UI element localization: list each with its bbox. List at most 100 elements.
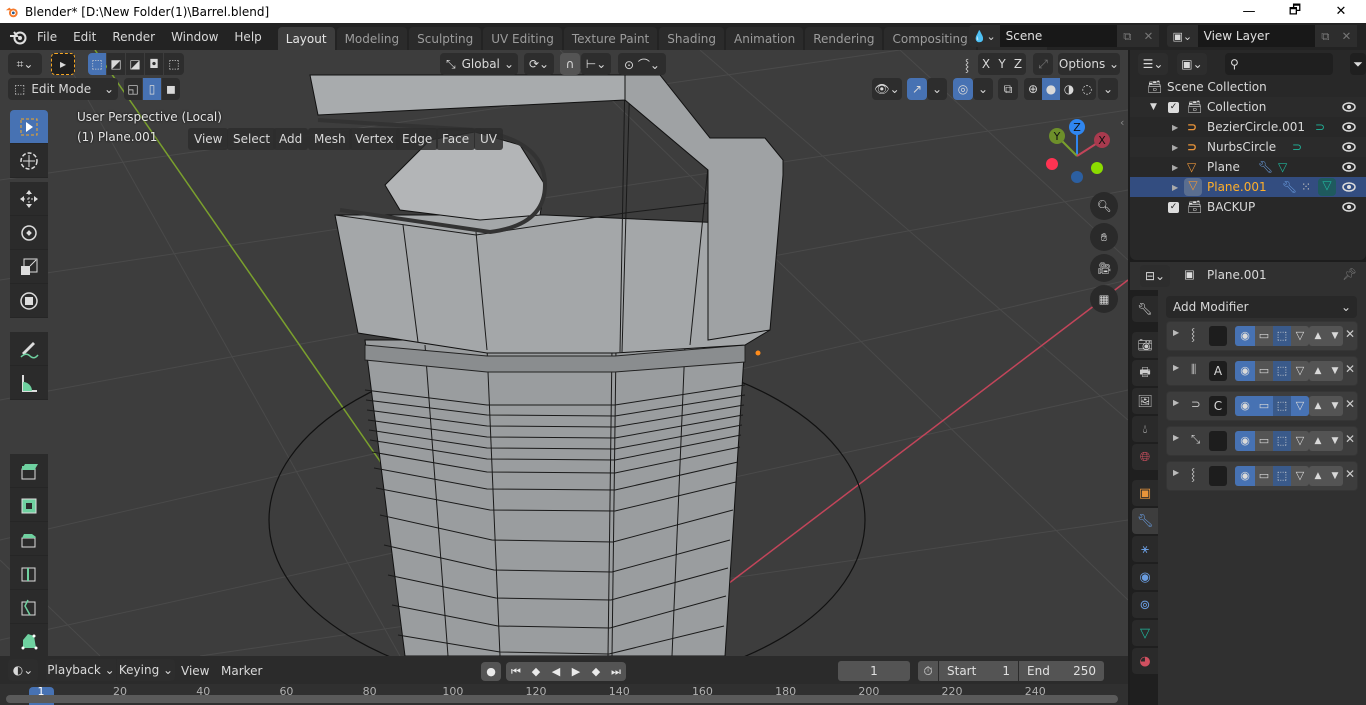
delete-view-layer-icon[interactable]: ✕: [1335, 25, 1357, 47]
tool-select-box[interactable]: [10, 110, 48, 144]
eye-icon[interactable]: [1342, 100, 1356, 114]
tab-material[interactable]: ◕: [1132, 648, 1158, 674]
eye-icon[interactable]: [1342, 180, 1356, 194]
move-down-button[interactable]: ▼: [1327, 326, 1343, 346]
menu-edit[interactable]: Edit: [65, 30, 104, 44]
tool-rotate[interactable]: [10, 216, 48, 250]
show-in-viewport-toggle[interactable]: ▭: [1255, 431, 1273, 451]
timeline-view-menu[interactable]: View: [181, 664, 209, 678]
show-in-edit-mode-toggle[interactable]: ◉: [1235, 361, 1255, 381]
vertex-select-mode[interactable]: ◱: [124, 78, 142, 100]
overlays-toggle[interactable]: ◎: [953, 78, 973, 100]
sidebar-toggle-icon[interactable]: ‹: [1120, 116, 1124, 129]
outliner-row-beziercircle[interactable]: ▶ ⊃ BezierCircle.001 ⊃: [1130, 117, 1366, 137]
mode-dropdown[interactable]: ⬚ Edit Mode ⌄: [8, 78, 118, 100]
tool-annotate[interactable]: [10, 332, 48, 366]
gizmo-neg-y[interactable]: [1091, 162, 1103, 174]
show-in-render-toggle[interactable]: ▽: [1291, 466, 1309, 486]
end-frame-field[interactable]: End 250: [1019, 661, 1104, 681]
auto-keying-toggle[interactable]: ●: [481, 662, 501, 681]
zoom-view-button[interactable]: 🔍︎: [1090, 192, 1118, 220]
move-down-button[interactable]: ▼: [1327, 466, 1343, 486]
menu-mesh[interactable]: Mesh: [308, 128, 352, 150]
modifier-name-field[interactable]: [1209, 466, 1227, 486]
tab-animation[interactable]: Animation: [726, 27, 804, 50]
tool-move[interactable]: [10, 182, 48, 216]
axis-x-toggle[interactable]: X: [978, 53, 994, 75]
menu-help[interactable]: Help: [226, 30, 269, 44]
xray-toggle[interactable]: ⧉: [998, 78, 1018, 100]
outliner-row-plane[interactable]: ▶ ▽ Plane 🔧︎ ▽: [1130, 157, 1366, 177]
gizmo-neg-z[interactable]: [1071, 171, 1083, 183]
on-cage-toggle[interactable]: ⬚: [1273, 431, 1291, 451]
remove-modifier-icon[interactable]: ✕: [1345, 432, 1355, 446]
scene-icon[interactable]: 💧⌄: [969, 25, 1000, 47]
backup-checkbox[interactable]: ✓: [1168, 201, 1179, 213]
properties-editor-type[interactable]: ⊟⌄: [1140, 265, 1170, 287]
tab-modeling[interactable]: Modeling: [336, 27, 408, 50]
select-mode-subtract[interactable]: ◪: [126, 53, 144, 75]
menu-render[interactable]: Render: [104, 30, 163, 44]
tab-constraints[interactable]: ⊚: [1132, 592, 1158, 618]
start-frame-field[interactable]: Start 1: [939, 661, 1018, 681]
gizmo-dropdown[interactable]: ⌄: [927, 78, 947, 100]
on-cage-toggle[interactable]: ⬚: [1273, 326, 1291, 346]
face-select-mode[interactable]: ◼: [162, 78, 180, 100]
select-mode-extend[interactable]: ◩: [107, 53, 125, 75]
expand-right-icon[interactable]: ▶: [1173, 398, 1179, 407]
proportional-editing[interactable]: ⊙ ⌒⌄: [618, 53, 666, 75]
show-in-viewport-toggle[interactable]: ▭: [1255, 361, 1273, 381]
expand-right-icon[interactable]: ▶: [1172, 163, 1178, 172]
jump-start-button[interactable]: ⏮: [506, 662, 526, 681]
menu-select[interactable]: Select: [227, 128, 277, 150]
3d-viewport[interactable]: ⌗⌄ ▸ ⬚ ◩ ◪ ◘ ⬚ ⤡ Global ⌄ ⟳⌄ ∩ ⊢⌄ ⊙ ⌒⌄ ⸾ X…: [0, 50, 1128, 656]
gizmo-toggle[interactable]: ↗: [907, 78, 927, 100]
shading-wireframe[interactable]: ⊕: [1024, 78, 1042, 100]
tab-sculpting[interactable]: Sculpting: [409, 27, 482, 50]
snap-toggle[interactable]: ∩: [560, 53, 580, 75]
show-in-edit-mode-toggle[interactable]: ◉: [1235, 466, 1255, 486]
expand-right-icon[interactable]: ▶: [1173, 363, 1179, 372]
show-in-viewport-toggle[interactable]: ▭: [1255, 396, 1273, 416]
curve-data-icon[interactable]: ⊃: [1292, 140, 1302, 154]
outliner-row-scene-collection[interactable]: 🗃︎ Scene Collection: [1130, 77, 1366, 97]
menu-edge[interactable]: Edge: [396, 128, 439, 150]
on-cage-toggle[interactable]: ⬚: [1273, 361, 1291, 381]
tab-compositing[interactable]: Compositing: [884, 27, 976, 50]
stopwatch-icon[interactable]: ⏱: [918, 661, 938, 681]
tab-rendering[interactable]: Rendering: [805, 27, 883, 50]
tab-particles[interactable]: ⚹: [1132, 536, 1158, 562]
show-in-edit-mode-toggle[interactable]: ◉: [1235, 326, 1255, 346]
menu-uv[interactable]: UV: [474, 128, 503, 150]
move-up-button[interactable]: ▲: [1309, 466, 1327, 486]
pin-icon[interactable]: 📌︎: [1342, 267, 1357, 281]
vertex-groups-icon[interactable]: ⁙: [1301, 180, 1311, 194]
remove-modifier-icon[interactable]: ✕: [1345, 327, 1355, 341]
move-up-button[interactable]: ▲: [1309, 326, 1327, 346]
show-in-render-toggle[interactable]: ▽: [1291, 361, 1309, 381]
transform-orientation-dropdown[interactable]: ⤡ Global ⌄: [440, 53, 518, 75]
navigation-gizmo[interactable]: Z Y X: [1040, 116, 1115, 186]
show-in-render-toggle[interactable]: ▽: [1291, 431, 1309, 451]
eye-icon[interactable]: [1342, 160, 1356, 174]
play-button[interactable]: ▶: [566, 662, 586, 681]
selected-vertex[interactable]: [755, 350, 761, 356]
mesh-data-icon[interactable]: ▽: [1318, 178, 1336, 196]
display-mode-dropdown[interactable]: ▣⌄: [1177, 53, 1207, 75]
modifier-panel[interactable]: ▶ ⸾ ◉ ▭ ⬚ ▽ ▲ ▼ ✕: [1166, 321, 1358, 351]
filter-icon[interactable]: ⏷: [1350, 53, 1366, 75]
current-frame-field[interactable]: 1: [838, 661, 910, 681]
tool-inset-faces[interactable]: [10, 488, 48, 522]
modifier-name-field[interactable]: [1209, 326, 1227, 346]
view-layer-icon[interactable]: ▣⌄: [1167, 25, 1198, 47]
axis-y-toggle[interactable]: Y: [994, 53, 1010, 75]
move-down-button[interactable]: ▼: [1327, 396, 1343, 416]
tool-loop-cut[interactable]: [10, 556, 48, 590]
modifier-name-field[interactable]: [1209, 431, 1227, 451]
scene-name[interactable]: Scene: [1000, 29, 1117, 43]
ortho-toggle-button[interactable]: ▦: [1090, 285, 1118, 313]
wrench-icon[interactable]: 🔧︎: [1258, 160, 1273, 174]
tab-render[interactable]: 📷︎: [1132, 332, 1158, 358]
viewport-scene[interactable]: [0, 50, 1128, 656]
view-layer-name[interactable]: View Layer: [1198, 29, 1315, 43]
